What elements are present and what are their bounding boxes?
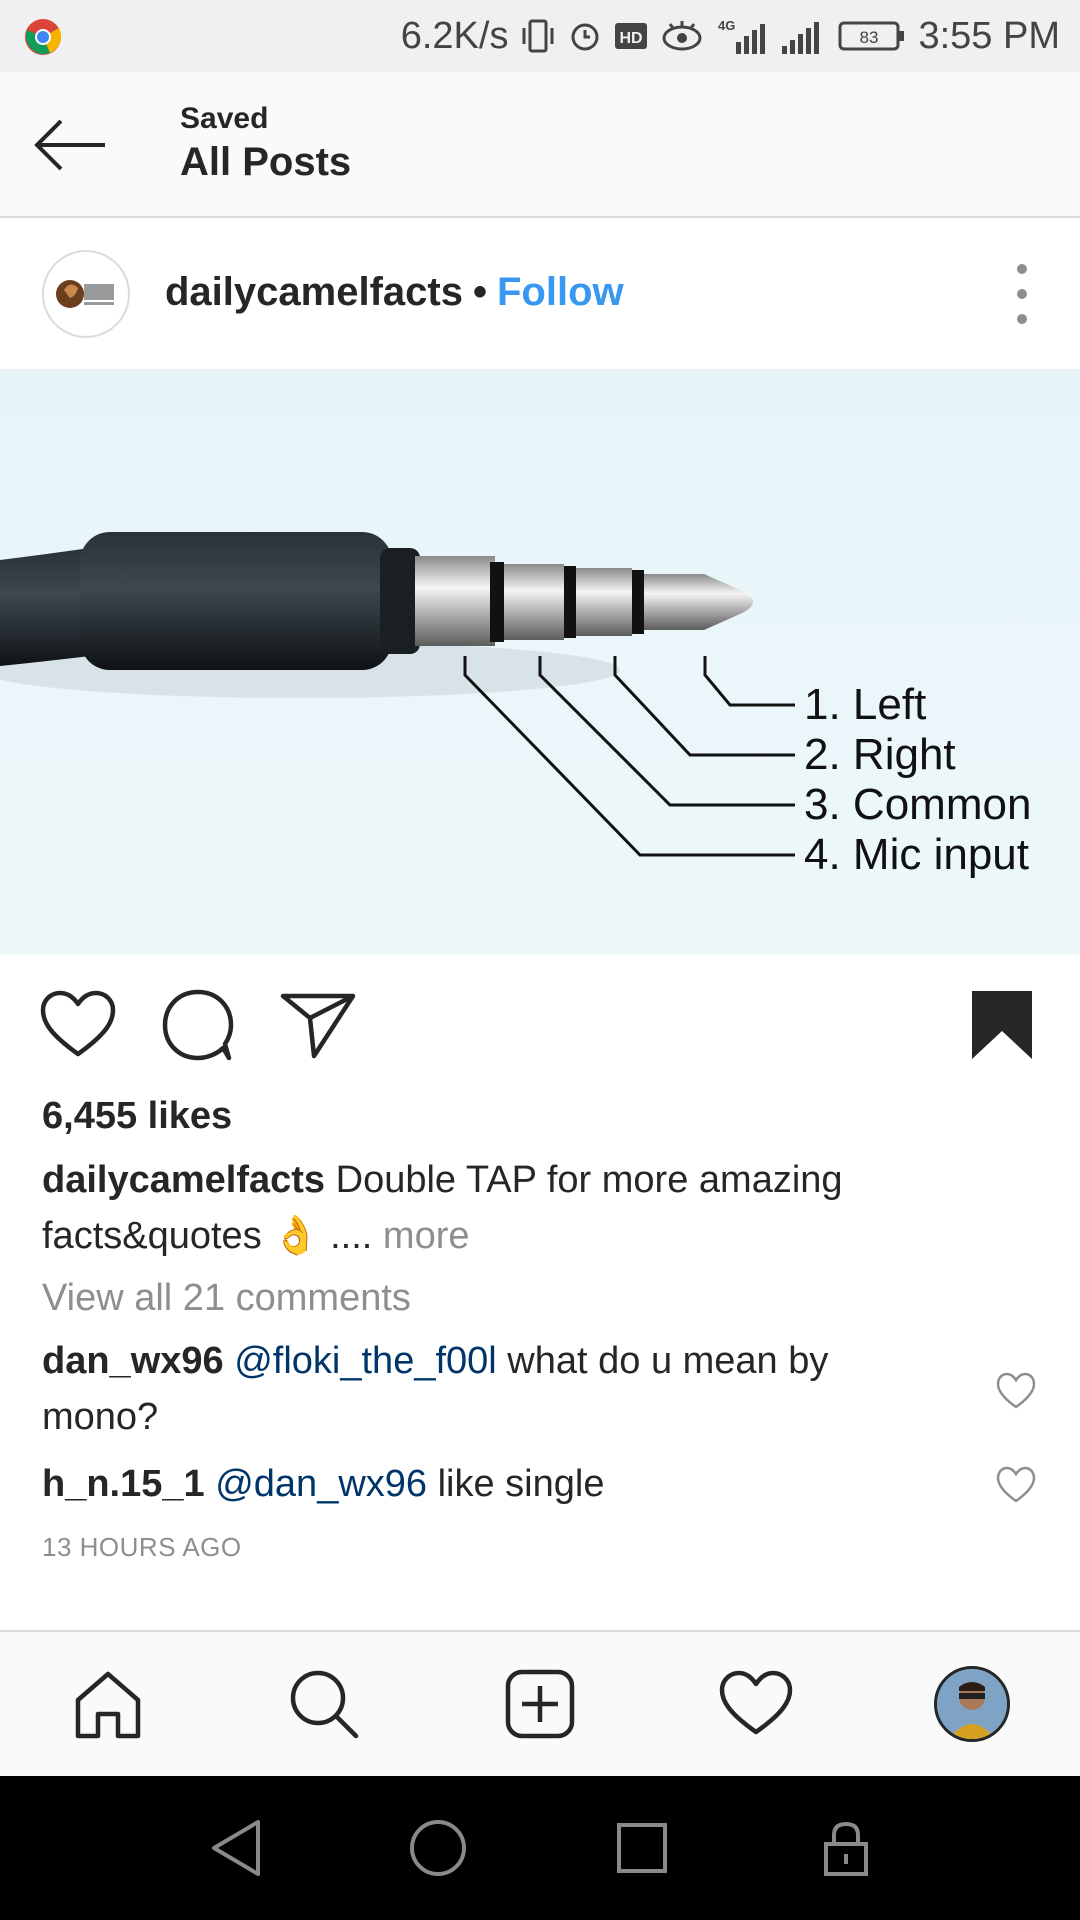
header-subtitle: Saved: [180, 102, 269, 135]
svg-text:4G: 4G: [718, 18, 735, 33]
clock-time: 3:55 PM: [918, 14, 1060, 57]
home-icon: [75, 1671, 141, 1739]
recents-square-icon: [617, 1823, 667, 1873]
save-button[interactable]: [962, 985, 1042, 1065]
svg-text:HD: HD: [620, 30, 643, 47]
nav-search[interactable]: [282, 1662, 366, 1746]
system-recents-button[interactable]: [610, 1816, 674, 1880]
view-all-comments-link[interactable]: View all 21 comments: [42, 1277, 411, 1320]
post-author-avatar[interactable]: [42, 250, 130, 338]
like-button[interactable]: [38, 985, 118, 1065]
signal-icon: 4G: [718, 18, 820, 54]
network-speed: 6.2K/s: [400, 14, 509, 57]
share-button[interactable]: [278, 985, 358, 1065]
comment-username[interactable]: h_n.15_1: [42, 1463, 205, 1505]
more-dot-icon: [1017, 289, 1027, 299]
pin-label-left: 1. Left: [804, 680, 927, 729]
back-button[interactable]: [30, 112, 110, 178]
post-author: dailycamelfacts • Follow: [165, 270, 624, 315]
pin-label-common: 3. Common: [804, 780, 1032, 829]
alarm-icon: [571, 23, 599, 51]
bottom-nav: [0, 1630, 1080, 1776]
comment-like-icon[interactable]: [996, 1466, 1036, 1506]
pin-label-right: 2. Right: [804, 730, 956, 779]
comment-mention[interactable]: @dan_wx96: [215, 1463, 427, 1505]
system-nav-bar: [0, 1776, 1080, 1920]
lock-icon: [824, 1821, 868, 1876]
heart-icon: [40, 990, 116, 1057]
post-header: dailycamelfacts • Follow: [0, 218, 1080, 370]
system-back-button[interactable]: [204, 1816, 268, 1880]
comment-icon: [162, 989, 234, 1061]
battery-icon: 83: [838, 21, 905, 51]
eye-icon: [662, 21, 702, 51]
caption-username[interactable]: dailycamelfacts: [42, 1159, 325, 1201]
comment-mention[interactable]: @floki_the_f00l: [234, 1340, 497, 1382]
nav-profile[interactable]: [930, 1662, 1014, 1746]
caption-more-link[interactable]: more: [383, 1215, 470, 1257]
more-options-button[interactable]: [1004, 264, 1040, 324]
back-arrow-icon: [34, 119, 105, 171]
vibrate-icon: [522, 19, 554, 53]
post-actions: [0, 955, 1080, 1095]
system-lock-button[interactable]: [814, 1816, 878, 1880]
profile-avatar: [934, 1666, 1010, 1742]
more-dot-icon: [1017, 314, 1027, 324]
search-icon: [290, 1670, 359, 1739]
bookmark-filled-icon: [972, 991, 1032, 1059]
comment-username[interactable]: dan_wx96: [42, 1340, 224, 1382]
activity-heart-icon: [719, 1670, 793, 1735]
post-timestamp: 13 HOURS AGO: [42, 1532, 242, 1562]
home-circle-icon: [410, 1820, 466, 1876]
add-post-icon: [505, 1669, 575, 1739]
camel-logo-icon: [48, 256, 124, 332]
chrome-icon: [25, 19, 62, 55]
comment-text: like single: [437, 1463, 605, 1505]
svg-text:83: 83: [860, 28, 879, 47]
comment-like-icon[interactable]: [996, 1372, 1036, 1412]
nav-activity[interactable]: [714, 1662, 798, 1746]
nav-add-post[interactable]: [498, 1662, 582, 1746]
send-icon: [280, 993, 356, 1059]
back-triangle-icon: [212, 1820, 260, 1876]
comment-item: dan_wx96 @floki_the_f00l what do u mean …: [42, 1333, 942, 1445]
post-image[interactable]: 1. Left 2. Right 3. Common 4. Mic input: [0, 370, 1080, 955]
user-photo-icon: [937, 1669, 1007, 1739]
comment-button[interactable]: [158, 985, 238, 1065]
hd-icon: HD: [615, 23, 648, 49]
nav-home[interactable]: [66, 1662, 150, 1746]
follow-button[interactable]: Follow: [497, 270, 624, 315]
post-username[interactable]: dailycamelfacts: [165, 270, 463, 315]
more-dot-icon: [1017, 264, 1027, 274]
status-icons: 6.2K/s HD 4G 83 3:55 PM: [401, 14, 1060, 58]
likes-count[interactable]: 6,455 likes: [42, 1095, 232, 1138]
comment-item: h_n.15_1 @dan_wx96 like single: [42, 1456, 942, 1512]
saved-header: Saved All Posts: [0, 72, 1080, 218]
page-title: All Posts: [180, 140, 352, 184]
system-home-button[interactable]: [406, 1816, 470, 1880]
separator-dot: •: [472, 270, 487, 314]
pin-label-mic: 4. Mic input: [804, 830, 1029, 879]
status-bar: 6.2K/s HD 4G 83 3:55 PM: [0, 0, 1080, 72]
post-caption: dailycamelfacts Double TAP for more amaz…: [42, 1152, 1042, 1264]
